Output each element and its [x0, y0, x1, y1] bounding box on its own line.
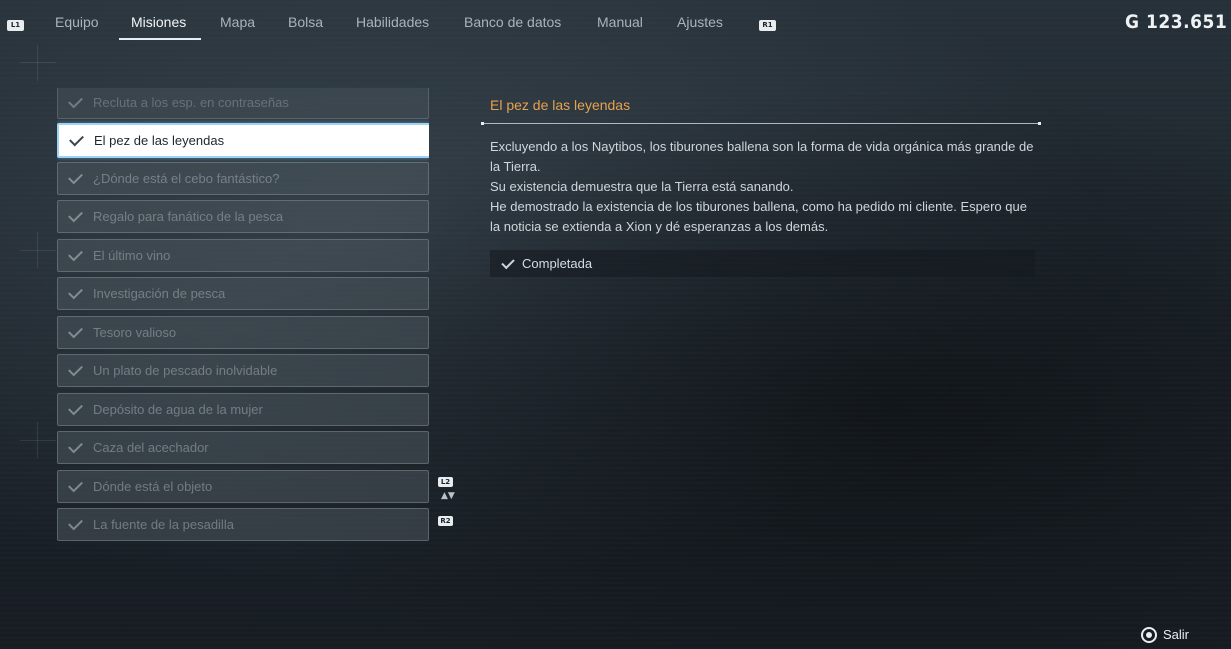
- quest-label: Depósito de agua de la mujer: [93, 402, 263, 417]
- quest-label: La fuente de la pesadilla: [93, 517, 234, 532]
- active-tab-underline: [119, 38, 201, 40]
- quest-description: Excluyendo a los Naytibos, los tiburones…: [490, 137, 1040, 237]
- quest-label: Recluta a los esp. en contraseñas: [93, 95, 289, 110]
- scroll-arrows-icon: ▲▼: [441, 491, 455, 501]
- l1-button-icon[interactable]: L1: [7, 20, 24, 31]
- check-icon: [68, 323, 83, 339]
- quest-item[interactable]: Regalo para fanático de la pesca: [57, 200, 429, 233]
- quest-label: El pez de las leyendas: [94, 133, 225, 148]
- quest-label: Un plato de pescado inolvidable: [93, 363, 278, 378]
- divider: [481, 122, 1041, 125]
- check-icon: [68, 438, 83, 454]
- quest-status-label: Completada: [522, 256, 593, 271]
- quest-label: El último vino: [93, 248, 171, 263]
- check-icon: [68, 93, 83, 109]
- tab-habilidades[interactable]: Habilidades: [356, 14, 429, 30]
- quest-label: ¿Dónde está el cebo fantástico?: [93, 171, 280, 186]
- tab-ajustes[interactable]: Ajustes: [677, 14, 723, 30]
- description-paragraph: Su existencia demuestra que la Tierra es…: [490, 179, 794, 194]
- quest-label: Dónde está el objeto: [93, 479, 213, 494]
- top-menu-bar: L1 Equipo Misiones Mapa Bolsa Habilidade…: [0, 0, 1231, 46]
- gold-counter: G 123.651: [1125, 11, 1228, 33]
- quest-item[interactable]: El último vino: [57, 239, 429, 272]
- tab-banco-de-datos[interactable]: Banco de datos: [464, 14, 561, 30]
- description-paragraph: Excluyendo a los Naytibos, los tiburones…: [490, 139, 1034, 174]
- quest-item[interactable]: Un plato de pescado inolvidable: [57, 354, 429, 387]
- check-icon: [68, 400, 83, 416]
- quest-item[interactable]: Recluta a los esp. en contraseñas: [57, 88, 429, 119]
- page-scroll-indicator: L2 ▲▼ R2: [438, 477, 455, 527]
- quest-label: Investigación de pesca: [93, 286, 226, 301]
- check-icon: [68, 477, 83, 493]
- quest-item-selected[interactable]: El pez de las leyendas: [57, 123, 429, 158]
- decor-crosshair: [20, 440, 56, 441]
- check-icon: [68, 169, 83, 185]
- check-icon: [69, 131, 84, 147]
- tab-bolsa[interactable]: Bolsa: [288, 14, 323, 30]
- decor-crosshair: [37, 232, 38, 268]
- quest-item[interactable]: Dónde está el objeto: [57, 470, 429, 503]
- check-icon: [68, 284, 83, 300]
- check-icon: [68, 361, 83, 377]
- decor-crosshair: [20, 62, 56, 63]
- quest-label: Regalo para fanático de la pesca: [93, 209, 284, 224]
- quest-status-row: Completada: [490, 250, 1035, 277]
- quest-item[interactable]: Tesoro valioso: [57, 316, 429, 349]
- quest-label: Caza del acechador: [93, 440, 209, 455]
- tab-misiones[interactable]: Misiones: [131, 14, 186, 30]
- quest-item[interactable]: Depósito de agua de la mujer: [57, 393, 429, 426]
- l2-button-icon[interactable]: L2: [438, 477, 453, 487]
- decor-crosshair: [37, 45, 38, 81]
- decor-crosshair: [37, 422, 38, 458]
- tab-mapa[interactable]: Mapa: [220, 14, 255, 30]
- quest-detail-title: El pez de las leyendas: [490, 97, 631, 113]
- tab-manual[interactable]: Manual: [597, 14, 643, 30]
- decor-crosshair: [20, 250, 56, 251]
- quest-label: Tesoro valioso: [93, 325, 177, 340]
- quest-list[interactable]: Recluta a los esp. en contraseñas El pez…: [57, 88, 429, 548]
- check-icon: [68, 246, 83, 262]
- check-icon: [501, 255, 515, 270]
- quest-item[interactable]: ¿Dónde está el cebo fantástico?: [57, 162, 429, 195]
- r1-button-icon[interactable]: R1: [759, 20, 776, 31]
- exit-label: Salir: [1163, 627, 1190, 642]
- quest-item[interactable]: La fuente de la pesadilla: [57, 508, 429, 541]
- r2-button-icon[interactable]: R2: [438, 516, 453, 526]
- check-icon: [68, 207, 83, 223]
- tab-equipo[interactable]: Equipo: [55, 14, 99, 30]
- quest-item[interactable]: Caza del acechador: [57, 431, 429, 464]
- quest-item[interactable]: Investigación de pesca: [57, 277, 429, 310]
- description-paragraph: He demostrado la existencia de los tibur…: [490, 199, 1027, 234]
- circle-button-icon: [1141, 627, 1157, 643]
- check-icon: [68, 515, 83, 531]
